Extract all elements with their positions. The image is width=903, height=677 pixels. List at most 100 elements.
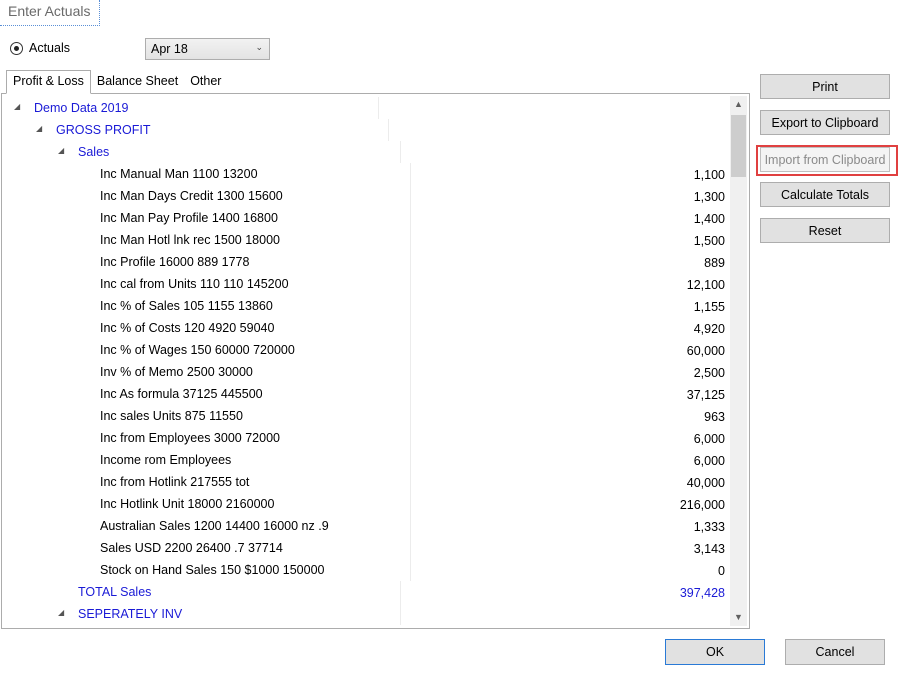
tree-item-label: Stock on Hand Sales 150 $1000 150000 [100, 563, 325, 577]
tree-item-label: Australian Sales 1200 14400 16000 nz .9 [100, 519, 329, 533]
actuals-radio[interactable] [10, 41, 23, 55]
tree-item-value[interactable]: 3,143 [694, 542, 725, 556]
tree-row[interactable]: Inc from Employees 3000 72000 6,000 [2, 427, 728, 449]
tab-balance-sheet[interactable]: Balance Sheet [91, 71, 184, 93]
cancel-button[interactable]: Cancel [785, 639, 885, 665]
tab-strip: Profit & Loss Balance Sheet Other [6, 70, 227, 94]
column-separator [400, 141, 401, 163]
tree-node-section[interactable]: ◢ Sales [2, 141, 728, 163]
tree-item-value[interactable]: 397,428 [680, 586, 725, 600]
tree-row-total[interactable]: TOTAL Sales 397,428 [2, 581, 728, 603]
tree-node-root[interactable]: ◢ Demo Data 2019 [2, 97, 728, 119]
tree-row[interactable]: Inc Profile 16000 889 1778 889 [2, 251, 728, 273]
tree-item-label: Inc sales Units 875 11550 [100, 409, 243, 423]
tree-row[interactable]: Inc cal from Units 110 110 145200 12,100 [2, 273, 728, 295]
tree-item-value[interactable]: 1,500 [694, 234, 725, 248]
tree-item-value[interactable]: 2,500 [694, 366, 725, 380]
account-tree-panel: ◢ Demo Data 2019 ◢ GROSS PROFIT ◢ Sales Inc Ma… [1, 93, 750, 629]
expand-triangle-icon[interactable]: ◢ [58, 608, 64, 617]
tree-node-group[interactable]: ◢ GROSS PROFIT [2, 119, 728, 141]
tree-item-value[interactable]: 12,100 [687, 278, 725, 292]
vertical-scrollbar[interactable]: ▲ ▼ [730, 96, 747, 626]
actuals-radio-option[interactable]: Actuals [10, 41, 70, 55]
print-button[interactable]: Print [760, 74, 890, 99]
tree-item-label: Sales USD 2200 26400 .7 37714 [100, 541, 283, 555]
tree-item-value[interactable]: 216,000 [680, 498, 725, 512]
period-dropdown-value: Apr 18 [151, 42, 188, 56]
tree-item-label: Inc Man Hotl lnk rec 1500 18000 [100, 233, 280, 247]
tree-row[interactable]: Inc % of Sales 105 1155 13860 1,155 [2, 295, 728, 317]
tree-row[interactable]: Inc Hotlink Unit 18000 2160000 216,000 [2, 493, 728, 515]
tree-item-label: Inv % of Memo 2500 30000 [100, 365, 253, 379]
tree-item-value[interactable]: 963 [704, 410, 725, 424]
tree-row[interactable]: Inc Man Pay Profile 1400 16800 1,400 [2, 207, 728, 229]
reset-button[interactable]: Reset [760, 218, 890, 243]
column-separator [410, 427, 411, 449]
column-separator [410, 273, 411, 295]
tree-item-value[interactable]: 37,125 [687, 388, 725, 402]
scroll-up-icon[interactable]: ▲ [730, 96, 747, 113]
column-separator [410, 559, 411, 581]
tree-item-value[interactable]: 0 [718, 564, 725, 578]
tree-item-label: Inc % of Costs 120 4920 59040 [100, 321, 275, 335]
tree-item-value[interactable]: 1,300 [694, 190, 725, 204]
column-separator [400, 581, 401, 603]
column-separator [410, 383, 411, 405]
tree-item-label: Inc from Hotlink 217555 tot [100, 475, 250, 489]
tree-item-value[interactable]: 6,000 [694, 432, 725, 446]
column-separator [410, 471, 411, 493]
tree-row[interactable]: Australian Sales 1200 14400 16000 nz .9 1… [2, 515, 728, 537]
tree-item-value[interactable]: 40,000 [687, 476, 725, 490]
tree-row[interactable]: Sales USD 2200 26400 .7 37714 3,143 [2, 537, 728, 559]
tree-item-value[interactable]: 60,000 [687, 344, 725, 358]
tree-row[interactable]: Inc sales Units 875 11550 963 [2, 405, 728, 427]
column-separator [410, 295, 411, 317]
column-separator [410, 515, 411, 537]
tree-item-label: Inc Man Pay Profile 1400 16800 [100, 211, 278, 225]
tree-item-value[interactable]: 1,400 [694, 212, 725, 226]
tree-item-label: Inc Hotlink Unit 18000 2160000 [100, 497, 275, 511]
tab-other[interactable]: Other [184, 71, 227, 93]
tree-row[interactable]: Inc % of Costs 120 4920 59040 4,920 [2, 317, 728, 339]
expand-triangle-icon[interactable]: ◢ [58, 146, 64, 155]
tree-row[interactable]: Inc Man Days Credit 1300 15600 1,300 [2, 185, 728, 207]
period-dropdown[interactable]: Apr 18 ⌄ [145, 38, 270, 60]
tree-row[interactable]: Income rom Employees 6,000 [2, 449, 728, 471]
tree-item-value[interactable]: 1,100 [694, 168, 725, 182]
column-separator [378, 97, 379, 119]
tree-item-value[interactable]: 4,920 [694, 322, 725, 336]
expand-triangle-icon[interactable]: ◢ [14, 102, 20, 111]
tree-item-label: Inc As formula 37125 445500 [100, 387, 263, 401]
import-button-highlight [756, 145, 898, 176]
tree-item-label: TOTAL Sales [78, 585, 152, 599]
tree-row[interactable]: Stock on Hand Sales 150 $1000 150000 0 [2, 559, 728, 581]
tree-item-value[interactable]: 1,155 [694, 300, 725, 314]
expand-triangle-icon[interactable]: ◢ [36, 124, 42, 133]
tree-item-label: SEPERATELY INV [78, 607, 183, 621]
ok-button[interactable]: OK [665, 639, 765, 665]
scroll-down-icon[interactable]: ▼ [730, 609, 747, 626]
tree-item-value[interactable]: 6,000 [694, 454, 725, 468]
tree-item-value[interactable]: 889 [704, 256, 725, 270]
tab-profit-loss[interactable]: Profit & Loss [6, 70, 91, 94]
calculate-totals-button[interactable]: Calculate Totals [760, 182, 890, 207]
tree-row[interactable]: Inc from Hotlink 217555 tot 40,000 [2, 471, 728, 493]
tree-item-label: Inc from Employees 3000 72000 [100, 431, 280, 445]
tree-row[interactable]: Inc % of Wages 150 60000 720000 60,000 [2, 339, 728, 361]
column-separator [410, 185, 411, 207]
column-separator [388, 119, 389, 141]
tree-node-next-section[interactable]: ◢ SEPERATELY INV [2, 603, 728, 625]
export-to-clipboard-button[interactable]: Export to Clipboard [760, 110, 890, 135]
tree-item-value[interactable]: 1,333 [694, 520, 725, 534]
window-title: Enter Actuals [0, 0, 100, 26]
scroll-thumb[interactable] [731, 115, 746, 177]
tree-item-label: Inc Manual Man 1100 13200 [100, 167, 258, 181]
tree-row[interactable]: Inc Manual Man 1100 13200 1,100 [2, 163, 728, 185]
tree-row[interactable]: Inc Man Hotl lnk rec 1500 18000 1,500 [2, 229, 728, 251]
tree-item-label: GROSS PROFIT [56, 123, 151, 137]
tree-row[interactable]: Inv % of Memo 2500 30000 2,500 [2, 361, 728, 383]
column-separator [410, 317, 411, 339]
column-separator [410, 361, 411, 383]
tree-item-label: Inc % of Sales 105 1155 13860 [100, 299, 273, 313]
tree-row[interactable]: Inc As formula 37125 445500 37,125 [2, 383, 728, 405]
